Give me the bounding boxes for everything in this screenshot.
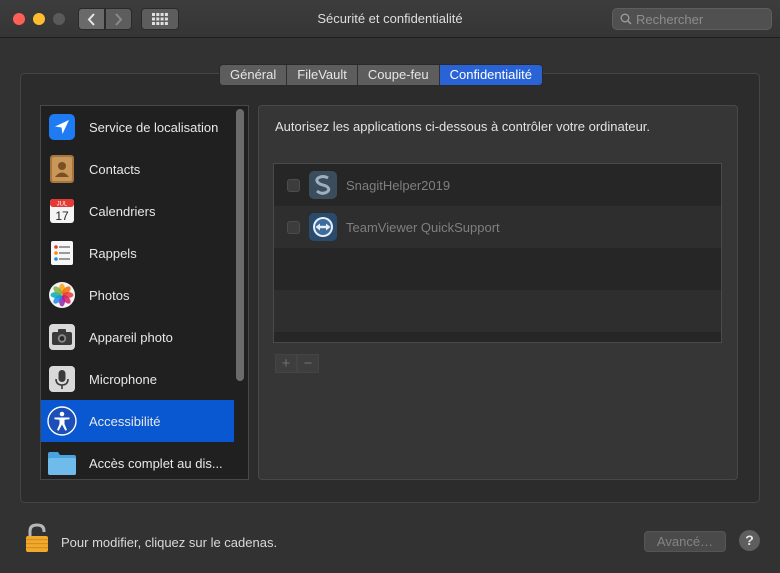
sidebar-item-label: Service de localisation	[89, 119, 219, 135]
app-checkbox[interactable]	[287, 220, 300, 234]
tab-privacy[interactable]: Confidentialité	[439, 65, 542, 85]
app-list: SnagitHelper2019 TeamViewer QuickSupport	[273, 163, 722, 343]
microphone-icon	[47, 364, 77, 394]
sidebar-item-reminders[interactable]: Rappels	[41, 232, 234, 274]
add-remove-controls: + −	[275, 354, 319, 373]
sidebar-item-label: Calendriers	[89, 203, 156, 219]
contacts-book-icon	[47, 154, 77, 184]
sidebar-item-label: Contacts	[89, 161, 141, 177]
app-name: SnagitHelper2019	[346, 177, 451, 193]
camera-icon	[47, 322, 77, 352]
app-checkbox[interactable]	[287, 178, 300, 192]
sidebar-item-label: Accessibilité	[89, 413, 161, 429]
list-item: SnagitHelper2019	[274, 164, 721, 206]
tab-firewall[interactable]: Coupe-feu	[357, 65, 440, 85]
sidebar-item-label: Rappels	[89, 245, 137, 261]
lock-button[interactable]	[25, 523, 49, 556]
add-app-button[interactable]: +	[275, 354, 297, 373]
remove-app-button[interactable]: −	[297, 354, 319, 373]
calendar-month-text: JUL	[57, 202, 68, 208]
tab-general[interactable]: Général	[220, 65, 288, 85]
sidebar-item-photos[interactable]: Photos	[41, 274, 234, 316]
sidebar-item-label: Microphone	[89, 371, 157, 387]
sidebar-item-label: Accès complet au dis...	[89, 455, 223, 471]
tab-filevault[interactable]: FileVault	[287, 65, 358, 85]
sidebar-item-camera[interactable]: Appareil photo	[41, 316, 234, 358]
teamviewer-icon	[309, 213, 337, 241]
panel-description: Autorisez les applications ci-dessous à …	[275, 119, 651, 134]
sidebar-item-full-disk-access[interactable]: Accès complet au dis...	[41, 442, 234, 479]
reminders-list-icon	[47, 238, 77, 268]
location-arrow-icon	[47, 112, 77, 142]
list-item	[274, 248, 721, 290]
app-name: TeamViewer QuickSupport	[346, 219, 500, 235]
sidebar-item-calendars[interactable]: JUL 17 Calendriers	[41, 190, 234, 232]
search-field[interactable]: Rechercher	[612, 8, 772, 30]
calendar-icon: JUL 17	[47, 196, 77, 226]
sidebar-item-accessibility[interactable]: Accessibilité	[41, 400, 234, 442]
search-placeholder: Rechercher	[636, 11, 704, 27]
advanced-button[interactable]: Avancé…	[644, 531, 726, 552]
calendar-day-text: 17	[55, 209, 69, 223]
search-icon	[620, 13, 632, 25]
sidebar-item-label: Photos	[89, 287, 130, 303]
photos-flower-icon	[47, 280, 77, 310]
title-bar: Sécurité et confidentialité Rechercher	[0, 0, 780, 38]
sidebar-item-location[interactable]: Service de localisation	[41, 106, 234, 148]
padlock-icon	[26, 523, 48, 552]
privacy-sidebar: Service de localisation Contacts JUL 17 …	[40, 105, 249, 480]
list-item	[274, 290, 721, 332]
folder-icon	[47, 448, 77, 478]
sidebar-item-label: Appareil photo	[89, 329, 173, 345]
list-item: TeamViewer QuickSupport	[274, 206, 721, 248]
tab-bar: Général FileVault Coupe-feu Confidential…	[219, 64, 543, 86]
sidebar-item-microphone[interactable]: Microphone	[41, 358, 234, 400]
snagit-icon	[309, 171, 337, 199]
accessibility-icon	[47, 406, 77, 436]
help-button[interactable]: ?	[739, 530, 760, 551]
sidebar-item-contacts[interactable]: Contacts	[41, 148, 234, 190]
sidebar-scrollbar[interactable]	[236, 109, 244, 381]
lock-instruction: Pour modifier, cliquez sur le cadenas.	[61, 535, 278, 550]
